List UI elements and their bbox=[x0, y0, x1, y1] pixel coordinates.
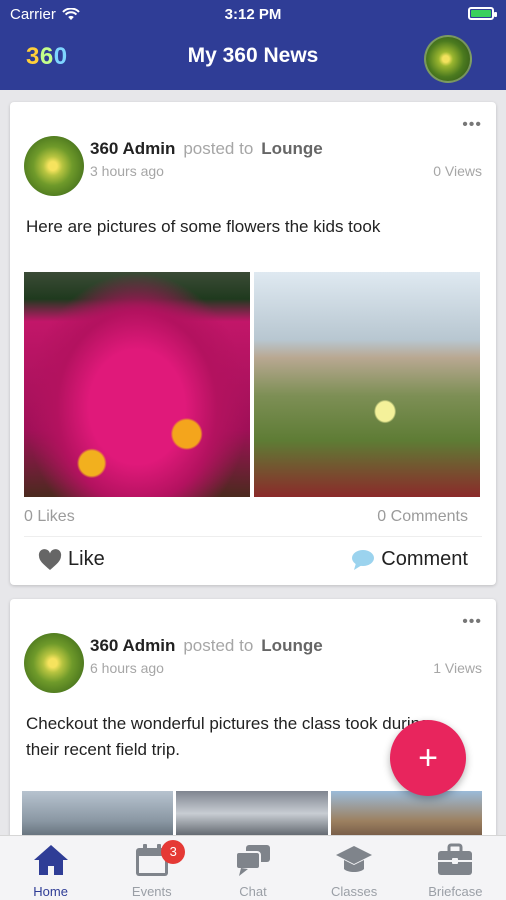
like-button[interactable]: Like bbox=[38, 548, 105, 571]
view-count: 0 Views bbox=[433, 163, 482, 179]
divider bbox=[24, 536, 482, 537]
photo-flowers[interactable] bbox=[24, 272, 250, 497]
author-avatar[interactable] bbox=[24, 633, 84, 693]
post-text: Here are pictures of some flowers the ki… bbox=[26, 217, 381, 236]
tab-label: Events bbox=[131, 884, 172, 899]
comment-button[interactable]: Comment bbox=[351, 548, 468, 571]
photo-thumbnail[interactable] bbox=[330, 791, 482, 835]
heart-icon bbox=[38, 548, 62, 570]
more-options-icon[interactable]: ••• bbox=[462, 613, 482, 631]
tab-classes[interactable]: Classes bbox=[304, 836, 405, 900]
add-post-button[interactable]: + bbox=[390, 720, 466, 796]
comment-icon bbox=[352, 549, 375, 570]
chat-icon bbox=[234, 845, 270, 876]
briefcase-icon bbox=[438, 843, 473, 875]
post-author-line: 360 Admin posted to Lounge bbox=[90, 139, 323, 159]
tab-label: Home bbox=[33, 884, 68, 899]
author-avatar[interactable] bbox=[24, 136, 84, 196]
group-name[interactable]: Lounge bbox=[261, 636, 322, 655]
post-card: ••• 360 Admin posted to Lounge 6 hours ago… bbox=[10, 599, 496, 835]
status-bar: Carrier 3:12 PM bbox=[0, 0, 506, 30]
status-time: 3:12 PM bbox=[224, 6, 282, 23]
bottom-tab-bar: Home 3 Events Chat Classes Briefcase bbox=[0, 835, 506, 900]
post-time: 3 hours ago bbox=[90, 163, 164, 179]
photo-thumbnail[interactable] bbox=[22, 791, 174, 835]
post-stats: 0 Likes 0 Comments bbox=[24, 508, 482, 526]
photo-beach-flower[interactable] bbox=[254, 272, 480, 497]
comments-count: 0 Comments bbox=[377, 508, 468, 525]
tab-chat[interactable]: Chat bbox=[202, 836, 303, 900]
group-name[interactable]: Lounge bbox=[261, 139, 322, 158]
photo-thumbnail[interactable] bbox=[176, 791, 328, 835]
posted-to-label: posted to bbox=[183, 139, 254, 158]
events-badge: 3 bbox=[161, 840, 186, 864]
comment-label: Comment bbox=[381, 548, 468, 570]
home-icon bbox=[33, 845, 68, 875]
likes-count: 0 Likes bbox=[24, 508, 75, 525]
photo-grid bbox=[24, 272, 480, 497]
view-count: 1 Views bbox=[433, 660, 482, 676]
photo-grid bbox=[22, 791, 482, 835]
post-text: Checkout the wonderful pictures the clas… bbox=[26, 714, 430, 759]
more-options-icon[interactable]: ••• bbox=[462, 116, 482, 134]
profile-avatar[interactable] bbox=[424, 35, 472, 83]
battery-icon bbox=[468, 7, 497, 20]
graduation-cap-icon bbox=[336, 846, 373, 872]
tab-home[interactable]: Home bbox=[0, 836, 101, 900]
post-author-line: 360 Admin posted to Lounge bbox=[90, 636, 323, 656]
like-label: Like bbox=[68, 548, 105, 570]
author-name[interactable]: 360 Admin bbox=[90, 636, 175, 655]
author-name[interactable]: 360 Admin bbox=[90, 139, 175, 158]
post-actions: Like Comment bbox=[24, 548, 482, 574]
tab-label: Briefcase bbox=[428, 884, 483, 899]
app-header: 360 My 360 News bbox=[0, 30, 506, 90]
tab-label: Classes bbox=[331, 884, 378, 899]
app-top-bar: Carrier 3:12 PM 360 My 360 News bbox=[0, 0, 506, 90]
tab-briefcase[interactable]: Briefcase bbox=[405, 836, 506, 900]
tab-events[interactable]: 3 Events bbox=[101, 836, 202, 900]
post-card: ••• 360 Admin posted to Lounge 3 hours ago… bbox=[10, 102, 496, 585]
post-time: 6 hours ago bbox=[90, 660, 164, 676]
tab-label: Chat bbox=[239, 884, 267, 899]
posted-to-label: posted to bbox=[183, 636, 254, 655]
